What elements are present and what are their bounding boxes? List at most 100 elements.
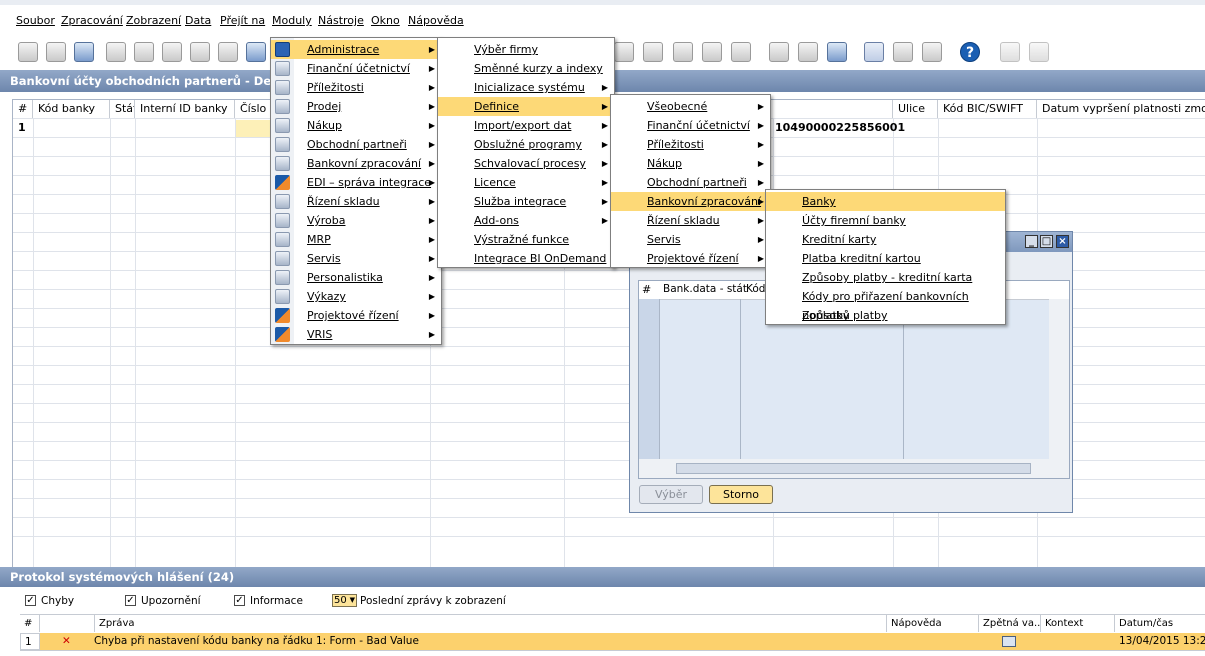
admin-item-obsluzne-programy[interactable]: Obslužné programy ▶ <box>438 135 614 154</box>
word-icon[interactable] <box>190 42 210 62</box>
admin-item-add-ons[interactable]: Add-ons ▶ <box>438 211 614 230</box>
table-row[interactable] <box>13 536 1205 556</box>
proto-col-feedback[interactable]: Zpětná va... <box>979 615 1041 632</box>
warnings-checkbox[interactable]: ✓ <box>125 595 136 606</box>
modules-item-bankovni-zpracovani[interactable]: Bankovní zpracování ▶ <box>271 154 441 173</box>
dlg-col-code[interactable]: Kód <box>746 283 765 295</box>
col-header-blank[interactable] <box>773 100 893 118</box>
admin-item-integrace-bi-ondemand[interactable]: Integrace BI OnDemand <box>438 249 614 268</box>
menu-soubor[interactable]: Soubor <box>16 14 55 27</box>
banking-item-banky[interactable]: Banky <box>766 192 1005 211</box>
modules-item-projektove-rizeni[interactable]: Projektové řízení ▶ <box>271 306 441 325</box>
modules-item-vris[interactable]: VRIS ▶ <box>271 325 441 344</box>
settings-doc-icon[interactable] <box>798 42 818 62</box>
proto-col-datetime[interactable]: Datum/čas <box>1115 615 1205 632</box>
protocol-row[interactable]: 1 ✕ Chyba při nastavení kódu banky na řá… <box>20 633 1205 650</box>
proto-col-num[interactable]: # <box>20 615 40 632</box>
modules-item-vyroba[interactable]: Výroba ▶ <box>271 211 441 230</box>
definitions-item-nakup[interactable]: Nákup ▶ <box>611 154 770 173</box>
admin-item-smenne-kurzy-a-indexy[interactable]: Směnné kurzy a indexy <box>438 59 614 78</box>
proto-col-help[interactable]: Nápověda <box>887 615 979 632</box>
search-doc-icon[interactable] <box>731 42 751 62</box>
banking-item-kody-pro-prirazeni-bankovnich-poplatku[interactable]: Kódy pro přiřazení bankovních poplatků <box>766 287 1005 322</box>
modules-item-prodej[interactable]: Prodej ▶ <box>271 97 441 116</box>
menu-okno[interactable]: Okno <box>371 14 400 27</box>
message-count-select[interactable]: 50 ▼ <box>332 594 357 607</box>
col-header-mandate-expiry[interactable]: Datum vypršení platnosti zmocnění <box>1037 100 1205 118</box>
pdf-icon[interactable] <box>218 42 238 62</box>
layout-icon[interactable] <box>1029 42 1049 62</box>
modules-item-servis[interactable]: Servis ▶ <box>271 249 441 268</box>
definitions-item-financni-ucetnictvi[interactable]: Finanční účetnictví ▶ <box>611 116 770 135</box>
definitions-item-obchodni-partneri[interactable]: Obchodní partneři ▶ <box>611 173 770 192</box>
admin-item-schvalovaci-procesy[interactable]: Schvalovací procesy ▶ <box>438 154 614 173</box>
cancel-button[interactable]: Storno <box>709 485 773 504</box>
col-header-country[interactable]: Stát <box>110 100 135 118</box>
admin-item-vyber-firmy[interactable]: Výběr firmy <box>438 40 614 59</box>
print-icon[interactable] <box>46 42 66 62</box>
menu-moduly[interactable]: Moduly <box>272 14 312 27</box>
proto-col-message[interactable]: Zpráva <box>95 615 887 632</box>
definitions-item-projektove-rizeni[interactable]: Projektové řízení ▶ <box>611 249 770 268</box>
menu-napoveda[interactable]: Nápověda <box>408 14 464 27</box>
banking-item-kreditni-karty[interactable]: Kreditní karty <box>766 230 1005 249</box>
mail-alert-icon[interactable] <box>864 42 884 62</box>
dlg-col-num[interactable]: # <box>642 283 651 296</box>
calendar-icon[interactable] <box>893 42 913 62</box>
modules-item-prilezitosti[interactable]: Příležitosti ▶ <box>271 78 441 97</box>
menu-data[interactable]: Data <box>185 14 211 27</box>
users-icon[interactable] <box>643 42 663 62</box>
export-icon[interactable] <box>106 42 126 62</box>
edit-icon[interactable] <box>769 42 789 62</box>
admin-item-import-export-dat[interactable]: Import/export dat ▶ <box>438 116 614 135</box>
book-icon[interactable] <box>702 42 722 62</box>
scales-icon[interactable] <box>673 42 693 62</box>
admin-item-sluzba-integrace[interactable]: Služba integrace ▶ <box>438 192 614 211</box>
menu-nastroje[interactable]: Nástroje <box>318 14 364 27</box>
dialog-scroll-thumb[interactable] <box>676 463 1031 474</box>
table-row[interactable] <box>13 517 1205 537</box>
banking-item-zpusoby-platby[interactable]: Způsoby platby <box>766 306 1005 325</box>
maximize-icon[interactable]: □ <box>1040 235 1053 248</box>
minimize-icon[interactable]: _ <box>1025 235 1038 248</box>
col-header-bic-swift[interactable]: Kód BIC/SWIFT <box>938 100 1037 118</box>
errors-checkbox[interactable]: ✓ <box>25 595 36 606</box>
excel-icon[interactable] <box>162 42 182 62</box>
close-icon[interactable]: × <box>1056 235 1069 248</box>
menu-prejit-na[interactable]: Přejít na <box>220 14 265 27</box>
admin-item-vystrazne-funkce[interactable]: Výstražné funkce <box>438 230 614 249</box>
fax-icon[interactable] <box>134 42 154 62</box>
menu-zpracovani[interactable]: Zpracování <box>61 14 123 27</box>
modules-item-edi-sprava-integrace[interactable]: EDI – správa integrace ▶ <box>271 173 441 192</box>
banking-item-zpusoby-platby-kreditni-karta[interactable]: Způsoby platby - kreditní karta <box>766 268 1005 287</box>
form-settings-icon[interactable] <box>1000 42 1020 62</box>
dialog-vertical-scrollbar[interactable] <box>1049 299 1069 459</box>
admin-item-inicializace-systemu[interactable]: Inicializace systému ▶ <box>438 78 614 97</box>
col-header-account-no[interactable]: Číslo ú <box>235 100 275 118</box>
col-header-internal-id[interactable]: Interní ID banky <box>135 100 235 118</box>
select-button[interactable]: Výběr <box>639 485 703 504</box>
banking-item-ucty-firemni-banky[interactable]: Účty firemní banky <box>766 211 1005 230</box>
refresh-icon[interactable] <box>74 42 94 62</box>
col-header-street[interactable]: Ulice <box>893 100 938 118</box>
modules-item-vykazy[interactable]: Výkazy ▶ <box>271 287 441 306</box>
modules-item-personalistika[interactable]: Personalistika ▶ <box>271 268 441 287</box>
info-checkbox[interactable]: ✓ <box>234 595 245 606</box>
modules-item-rizeni-skladu[interactable]: Řízení skladu ▶ <box>271 192 441 211</box>
modules-item-mrp[interactable]: MRP ▶ <box>271 230 441 249</box>
hierarchy-icon[interactable] <box>922 42 942 62</box>
admin-item-licence[interactable]: Licence ▶ <box>438 173 614 192</box>
modules-item-financni-ucetnictvi[interactable]: Finanční účetnictví ▶ <box>271 59 441 78</box>
definitions-item-servis[interactable]: Servis ▶ <box>611 230 770 249</box>
definitions-item-bankovni-zpracovani[interactable]: Bankovní zpracování ▶ <box>611 192 770 211</box>
proto-col-type[interactable] <box>40 615 95 632</box>
definitions-item-vseobecne[interactable]: Všeobecné ▶ <box>611 97 770 116</box>
database-icon[interactable] <box>827 42 847 62</box>
feedback-icon[interactable] <box>1002 636 1016 647</box>
admin-item-definice[interactable]: Definice ▶ <box>438 97 614 116</box>
menu-zobrazeni[interactable]: Zobrazení <box>126 14 181 27</box>
definitions-item-rizeni-skladu[interactable]: Řízení skladu ▶ <box>611 211 770 230</box>
modules-item-obchodni-partneri[interactable]: Obchodní partneři ▶ <box>271 135 441 154</box>
proto-col-context[interactable]: Kontext <box>1041 615 1115 632</box>
table-icon[interactable] <box>614 42 634 62</box>
